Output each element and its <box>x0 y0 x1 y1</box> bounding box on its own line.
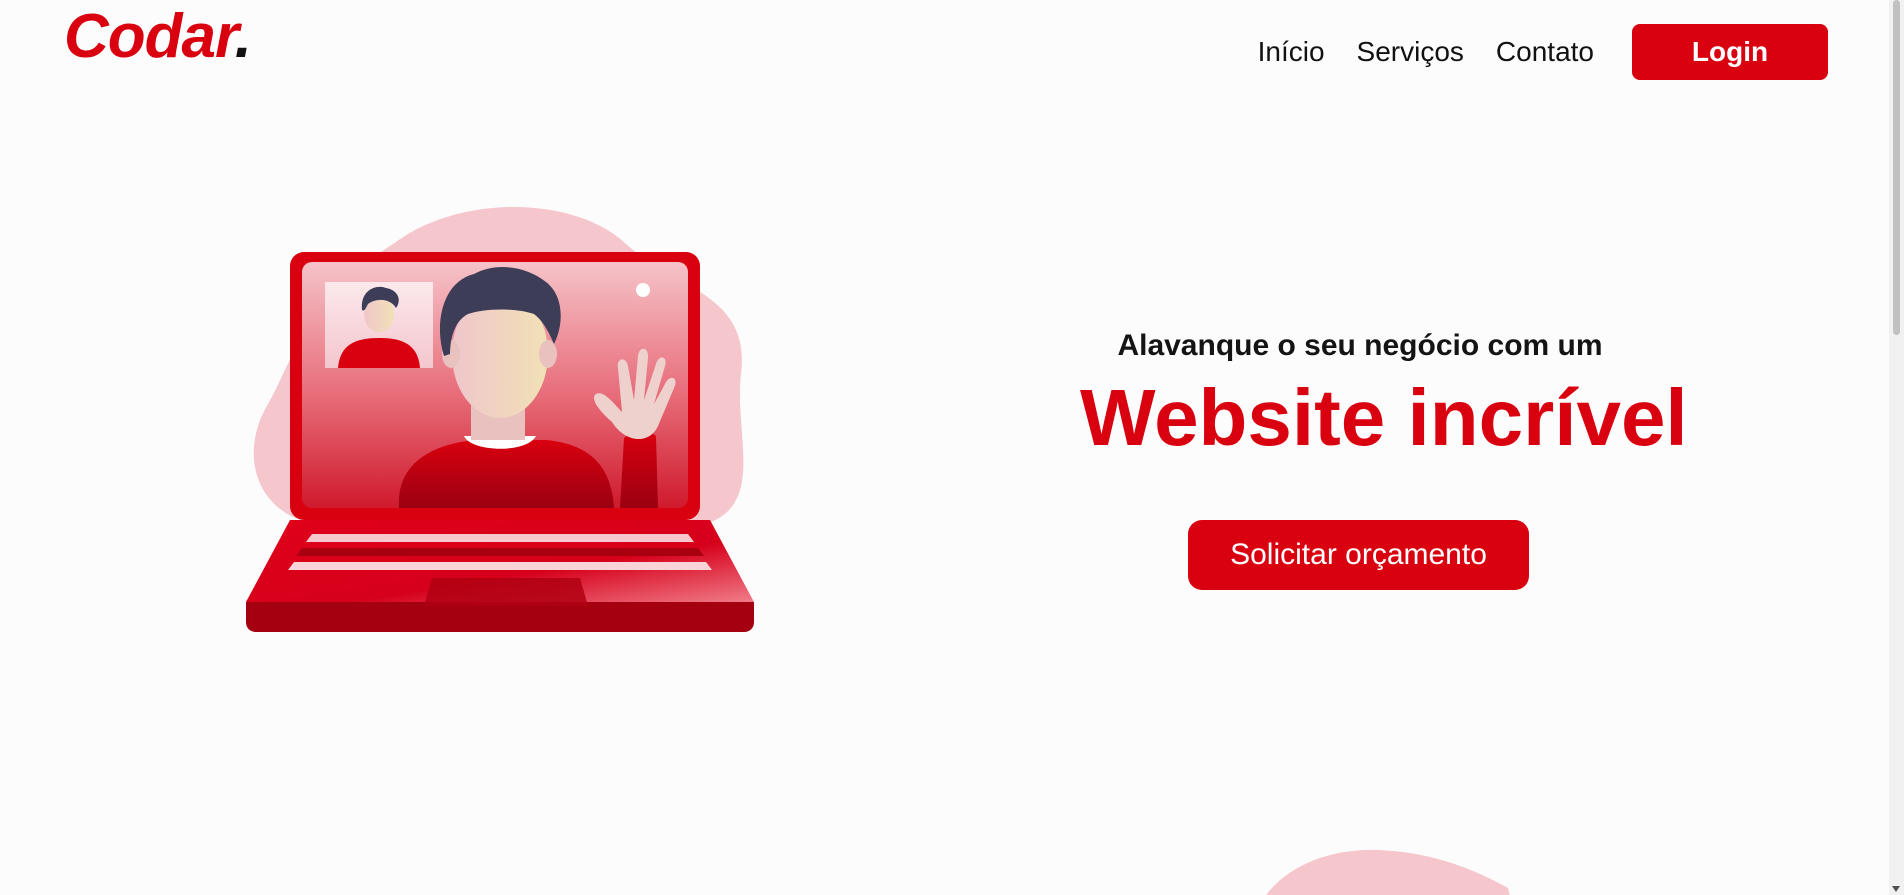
scroll-down-arrow-icon[interactable] <box>1892 886 1900 892</box>
laptop-video-call-illustration <box>246 206 754 632</box>
logo-dot: . <box>234 2 252 71</box>
vertical-scrollbar[interactable] <box>1889 0 1904 895</box>
nav-link-inicio[interactable]: Início <box>1258 24 1325 80</box>
request-quote-button[interactable]: Solicitar orçamento <box>1188 520 1529 590</box>
nav-link-contato[interactable]: Contato <box>1496 24 1594 80</box>
nav-link-servicos[interactable]: Serviços <box>1357 24 1464 80</box>
login-button[interactable]: Login <box>1632 24 1828 80</box>
decorative-blob <box>1266 849 1510 895</box>
hero-text-block: Alavanque o seu negócio com um Website i… <box>1080 328 1688 464</box>
logo-text: Codar <box>64 2 236 71</box>
hero-subtitle: Alavanque o seu negócio com um <box>1117 329 1603 362</box>
main-nav: Início Serviços Contato Login <box>1258 24 1828 80</box>
hero-title: Website incrível <box>1080 373 1688 462</box>
brand-logo[interactable]: Codar. <box>64 2 252 72</box>
scrollbar-thumb[interactable] <box>1893 0 1900 335</box>
landing-page: Codar. Início Serviços Contato Login Ala… <box>0 0 1904 895</box>
